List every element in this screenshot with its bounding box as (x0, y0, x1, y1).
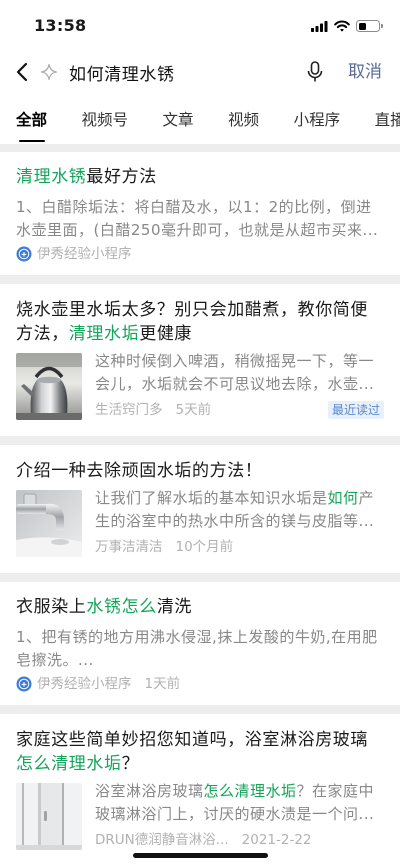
status-time: 13:58 (34, 16, 87, 35)
source-name: 伊秀经验小程序 (37, 246, 132, 262)
result-card[interactable]: 介绍一种去除顽固水垢的方法！ 让我们了解水垢的基本知识水垢是如何产生的浴室中的热… (0, 445, 400, 573)
snippet-segment: 1、把有锈的地方用沸水侵湿,抹上发酸的牛奶,在用肥皂擦洗。... (16, 628, 378, 669)
result-source: 伊秀经验小程序 (16, 244, 384, 264)
snippet-segment: 浴室淋浴房玻璃 (95, 782, 204, 800)
result-snippet: 让我们了解水垢的基本知识水垢是如何产生的浴室中的热水中所含的镁与皮脂等... (95, 487, 384, 533)
result-title: 衣服染上水锈怎么清洗 (16, 595, 384, 619)
snippet-segment: 如何 (327, 489, 359, 507)
title-segment: 介绍一种去除顽固水垢的方法！ (16, 461, 263, 481)
mini-program-icon (16, 246, 32, 262)
battery-cap (381, 24, 383, 28)
result-source: DRUN德润静音淋浴... 2021-2-22 (95, 830, 384, 850)
result-card[interactable]: 烧水壶里水垢太多？别只会加醋煮，教你简便方法，清理水垢更健康 这种时候倒入啤酒，… (0, 284, 400, 436)
search-input[interactable] (69, 58, 297, 86)
tab-videos[interactable]: 视频 (228, 98, 259, 144)
tab-live[interactable]: 直播 (375, 98, 400, 144)
title-segment: 更健康 (139, 324, 193, 344)
snippet-segment: 1、白醋除垢法：将白醋及水，以1：2的比例，倒进水壶里面，(白醋250毫升即可，… (16, 198, 379, 239)
battery-fill (358, 22, 367, 30)
faucet-thumbnail (16, 490, 82, 557)
snippet-segment: 怎么清理水垢 (203, 782, 297, 800)
cancel-button[interactable]: 取消 (348, 60, 382, 84)
result-title: 家庭这些简单妙招您知道吗，浴室淋浴房玻璃怎么清理水垢？ (16, 728, 384, 776)
result-media-body: 让我们了解水垢的基本知识水垢是如何产生的浴室中的热水中所含的镁与皮脂等... 万… (95, 487, 384, 557)
result-source: 万事洁清洁 10个月前 (95, 537, 384, 557)
source-name: 生活窍门多 (95, 402, 163, 418)
snippet-segment: 这种时候倒入啤酒，稍微摇晃一下，等一会儿，水垢就会不可思议地去除，水壶... (95, 352, 375, 393)
title-segment: 家庭这些简单妙招您知道吗，浴室淋浴房玻璃 (16, 730, 368, 750)
title-segment: 水锈怎么 (86, 597, 157, 617)
source-name: DRUN德润静音淋浴... (95, 832, 229, 848)
back-arrow-icon (16, 62, 28, 82)
result-media: 这种时候倒入啤酒，稍微摇晃一下，等一会儿，水垢就会不可思议地去除，水壶... 生… (16, 350, 384, 420)
result-media-body: 浴室淋浴房玻璃怎么清理水垢？在家庭中玻璃淋浴门上，讨厌的硬水渍是一个问... D… (95, 780, 384, 850)
result-snippet: 1、白醋除垢法：将白醋及水，以1：2的比例，倒进水壶里面，(白醋250毫升即可，… (16, 196, 384, 242)
source-time: 10个月前 (175, 539, 234, 555)
search-tabs: 全部 视频号 文章 视频 小程序 直播 (0, 98, 400, 144)
title-segment: 清理水锈 (16, 167, 87, 187)
result-source: 生活窍门多 5天前 最近读过 (95, 400, 384, 420)
source-time: 1天前 (144, 676, 181, 692)
result-media: 让我们了解水垢的基本知识水垢是如何产生的浴室中的热水中所含的镁与皮脂等... 万… (16, 487, 384, 557)
snippet-segment: 让我们了解水垢的基本知识水垢是 (95, 489, 328, 507)
source-time: 2021-2-22 (241, 832, 312, 848)
status-bar: 13:58 (0, 0, 400, 46)
title-segment: 清理水垢 (68, 324, 140, 344)
result-media: 浴室淋浴房玻璃怎么清理水垢？在家庭中玻璃淋浴门上，讨厌的硬水渍是一个问... D… (16, 780, 384, 850)
kettle-thumbnail (16, 353, 82, 420)
result-title: 介绍一种去除顽固水垢的方法！ (16, 459, 384, 483)
results-list: 清理水锈最好方法 1、白醋除垢法：将白醋及水，以1：2的比例，倒进水壶里面，(白… (0, 152, 400, 866)
microphone-icon[interactable] (307, 61, 323, 83)
recently-read-badge: 最近读过 (327, 401, 384, 419)
search-bar: 取消 (0, 46, 400, 98)
tab-channels[interactable]: 视频号 (82, 98, 129, 144)
result-snippet: 这种时候倒入啤酒，稍微摇晃一下，等一会儿，水垢就会不可思议地去除，水壶... (95, 350, 384, 396)
battery-icon (356, 20, 383, 32)
back-button[interactable] (12, 59, 32, 85)
status-icons (311, 20, 383, 32)
wifi-icon (334, 20, 350, 32)
tab-articles[interactable]: 文章 (163, 98, 194, 144)
result-title: 烧水壶里水垢太多？别只会加醋煮，教你简便方法，清理水垢更健康 (16, 298, 384, 346)
result-card[interactable]: 家庭这些简单妙招您知道吗，浴室淋浴房玻璃怎么清理水垢？ 浴室淋浴房玻璃怎么清理水… (0, 714, 400, 866)
result-card[interactable]: 衣服染上水锈怎么清洗 1、把有锈的地方用沸水侵湿,抹上发酸的牛奶,在用肥皂擦洗。… (0, 582, 400, 705)
title-segment: ？ (121, 754, 140, 774)
mini-program-icon (16, 676, 32, 692)
home-indicator[interactable] (133, 853, 268, 858)
source-time: 5天前 (175, 402, 212, 418)
source-name: 万事洁清洁 (95, 539, 163, 555)
result-card[interactable]: 清理水锈最好方法 1、白醋除垢法：将白醋及水，以1：2的比例，倒进水壶里面，(白… (0, 152, 400, 275)
shower-glass-thumbnail (16, 783, 82, 850)
result-media-body: 这种时候倒入啤酒，稍微摇晃一下，等一会儿，水垢就会不可思议地去除，水壶... 生… (95, 350, 384, 420)
result-source: 伊秀经验小程序 1天前 (16, 674, 384, 694)
signal-icon (311, 20, 328, 32)
tab-all[interactable]: 全部 (16, 98, 47, 144)
title-segment: 怎么清理水垢 (16, 754, 122, 774)
result-snippet: 浴室淋浴房玻璃怎么清理水垢？在家庭中玻璃淋浴门上，讨厌的硬水渍是一个问... (95, 780, 384, 826)
result-title: 清理水锈最好方法 (16, 165, 384, 189)
source-name: 伊秀经验小程序 (37, 676, 132, 692)
sparkle-icon (40, 63, 58, 81)
result-snippet: 1、把有锈的地方用沸水侵湿,抹上发酸的牛奶,在用肥皂擦洗。... (16, 626, 384, 672)
tab-mini-programs[interactable]: 小程序 (294, 98, 341, 144)
title-segment: 衣服染上 (16, 597, 87, 617)
title-segment: 最好方法 (86, 167, 157, 187)
title-segment: 清洗 (156, 597, 193, 617)
